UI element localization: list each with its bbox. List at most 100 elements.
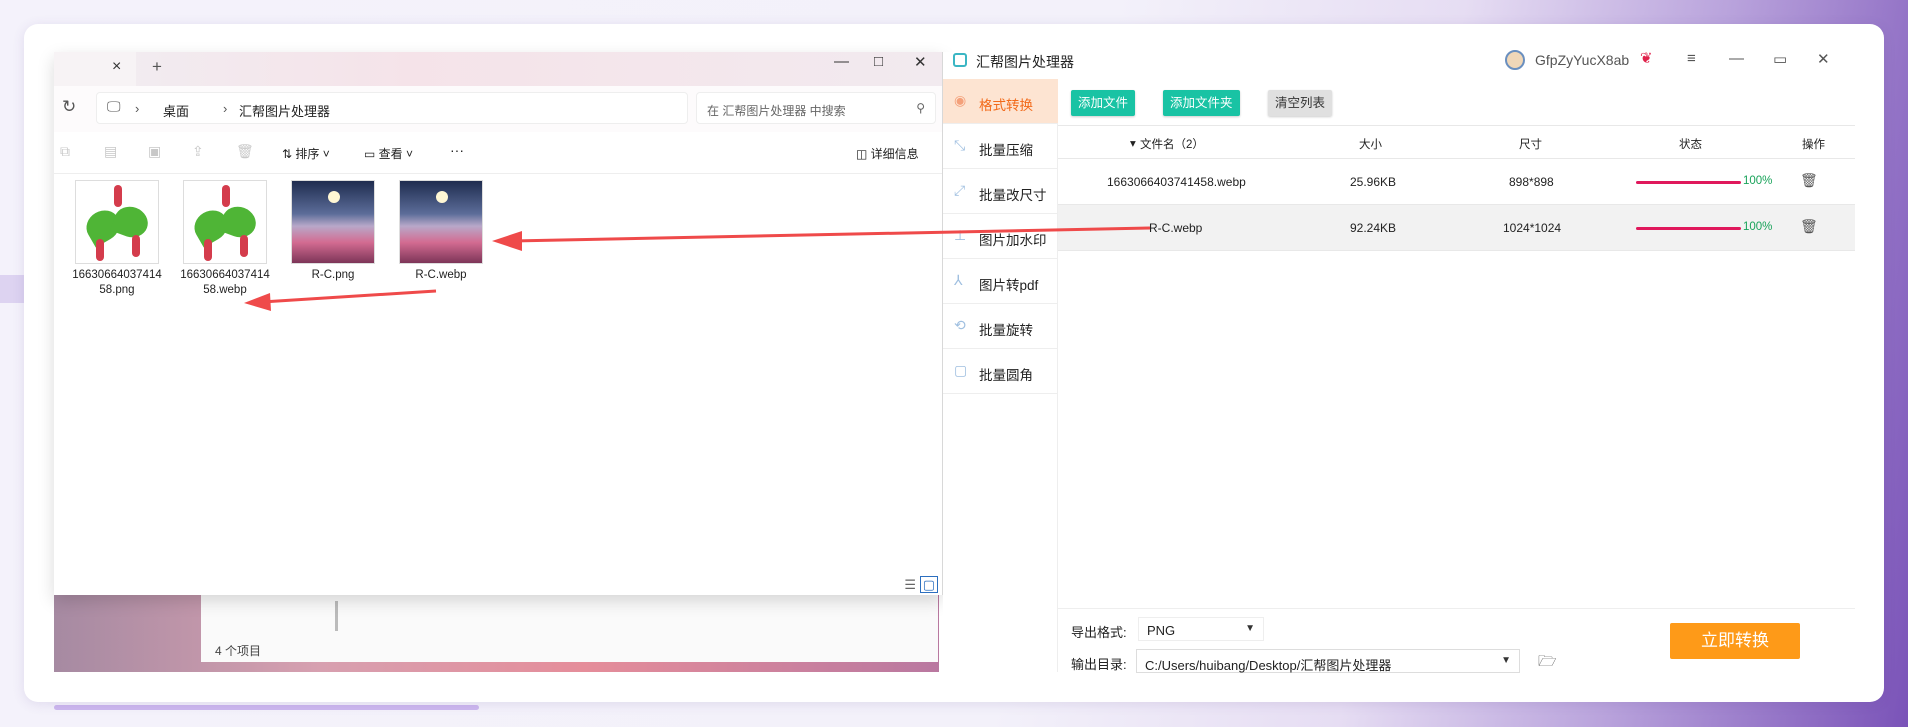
breadcrumb[interactable]: 🖵 › 桌面 › 汇帮图片处理器: [96, 92, 688, 124]
column-filename[interactable]: 文件名（2）: [1140, 136, 1204, 152]
nav-to-pdf[interactable]: ⅄ 图片转pdf: [943, 259, 1058, 304]
nav-label: 批量圆角: [979, 368, 1033, 383]
nav-label: 图片加水印: [979, 233, 1047, 248]
nav-label: 图片转pdf: [979, 278, 1039, 293]
resize-icon: ⤢: [954, 182, 966, 198]
file-name: 1663066403741458.png: [72, 269, 162, 296]
file-item[interactable]: 1663066403741458.png: [72, 180, 162, 298]
details-label: 详细信息: [870, 147, 919, 161]
column-size: 大小: [1359, 139, 1382, 151]
nav-label: 批量改尺寸: [979, 188, 1047, 203]
delete-icon[interactable]: 🗑: [236, 143, 254, 160]
maximize-button[interactable]: □: [874, 53, 883, 70]
close-button[interactable]: ✕: [1817, 50, 1830, 68]
minimize-button[interactable]: —: [834, 53, 849, 70]
compress-icon: ⤡: [954, 137, 966, 153]
view-icon: ▭: [364, 147, 379, 161]
delete-row-icon[interactable]: 🗑: [1800, 218, 1818, 235]
add-folder-button[interactable]: 添加文件夹: [1163, 90, 1240, 116]
image-thumbnail: [183, 180, 267, 264]
row-filename: 1663066403741458.webp: [1107, 175, 1246, 189]
file-item[interactable]: R-C.png: [288, 180, 378, 283]
row-size: 25.96KB: [1350, 175, 1397, 189]
file-list: 1663066403741458.png 1663066403741458.we…: [54, 174, 942, 595]
list-view-icon[interactable]: ☰: [904, 577, 916, 592]
chevron-down-icon: ▼: [1501, 655, 1511, 666]
sidebar: ◉ 格式转换 ⤡ 批量压缩 ⤢ 批量改尺寸 ⊥ 图片加水印 ⅄ 图片转pdf ⟲ 批量旋转 …: [943, 79, 1058, 672]
rename-icon[interactable]: ▣: [148, 143, 161, 160]
explorer-tab[interactable]: ×: [54, 52, 136, 86]
close-tab-icon[interactable]: ×: [112, 58, 121, 76]
progress-bar: [1636, 181, 1741, 184]
share-icon[interactable]: ⇪: [192, 143, 204, 160]
image-thumbnail: [291, 180, 375, 264]
breadcrumb-desktop[interactable]: 桌面: [163, 101, 189, 120]
output-dir-select[interactable]: C:/Users/huibang/Desktop/汇帮图片处理器 ▼: [1136, 649, 1520, 673]
convert-icon: ◉: [954, 92, 967, 108]
thumbnail-view-icon[interactable]: ▢: [919, 576, 938, 593]
export-format-select[interactable]: PNG ▼: [1138, 617, 1264, 641]
minimize-button[interactable]: —: [1729, 50, 1744, 67]
nav-watermark[interactable]: ⊥ 图片加水印: [943, 214, 1058, 259]
app-titlebar: 汇帮图片处理器 GfpZyYucX8ab ❦ ≡ — ▭ ✕: [943, 49, 1855, 79]
chevron-right-icon: ›: [135, 101, 140, 116]
view-button[interactable]: ▭ 查看 ˅: [364, 145, 413, 162]
file-name: R-C.webp: [415, 269, 467, 281]
nav-batch-compress[interactable]: ⤡ 批量压缩: [943, 124, 1058, 169]
output-dir-label: 输出目录:: [1071, 657, 1127, 672]
nav-batch-resize[interactable]: ⤢ 批量改尺寸: [943, 169, 1058, 214]
table-row[interactable]: R-C.webp 92.24KB 1024*1024 100% 🗑: [1058, 205, 1855, 251]
file-item[interactable]: 1663066403741458.webp: [180, 180, 270, 298]
nav-label: 批量压缩: [979, 143, 1033, 158]
background-window: 4 个项目: [201, 594, 938, 662]
username[interactable]: GfpZyYucX8ab: [1535, 52, 1629, 68]
menu-icon[interactable]: ≡: [1687, 50, 1696, 67]
table-row[interactable]: 1663066403741458.webp 25.96KB 898*898 10…: [1058, 159, 1855, 205]
sort-desc-icon[interactable]: ▾: [1130, 136, 1136, 150]
breadcrumb-folder[interactable]: 汇帮图片处理器: [239, 101, 330, 120]
convert-now-button[interactable]: 立即转换: [1670, 623, 1800, 659]
computer-icon[interactable]: 🖵: [107, 98, 121, 115]
chevron-right-icon: ›: [223, 101, 228, 116]
open-folder-icon[interactable]: 🗁: [1538, 651, 1557, 676]
file-item[interactable]: R-C.webp: [396, 180, 486, 283]
output-dir-value: C:/Users/huibang/Desktop/汇帮图片处理器: [1145, 658, 1392, 673]
address-bar-row: ↻ 🖵 › 桌面 › 汇帮图片处理器 在 汇帮图片处理器 中搜索 ⚲: [54, 86, 942, 132]
sort-button[interactable]: ⇅ 排序 ˅: [282, 145, 330, 162]
maximize-button[interactable]: ▭: [1773, 50, 1787, 68]
delete-row-icon[interactable]: 🗑: [1800, 172, 1818, 189]
scrollbar[interactable]: [335, 601, 338, 631]
nav-format-convert[interactable]: ◉ 格式转换: [943, 79, 1058, 124]
search-placeholder: 在 汇帮图片处理器 中搜索: [707, 104, 846, 118]
sort-icon: ⇅: [282, 147, 296, 161]
nav-batch-rotate[interactable]: ⟲ 批量旋转: [943, 304, 1058, 349]
item-count: 4 个项目: [215, 644, 262, 658]
pdf-icon: ⅄: [954, 272, 963, 288]
output-settings: 导出格式: PNG ▼ 输出目录: C:/Users/huibang/Deskt…: [1058, 608, 1855, 673]
view-toggle: ☰ ▢: [904, 576, 938, 593]
copy-icon[interactable]: ⧉: [60, 143, 70, 160]
image-thumbnail: [399, 180, 483, 264]
close-button[interactable]: ✕: [914, 53, 927, 71]
search-input[interactable]: 在 汇帮图片处理器 中搜索 ⚲: [696, 92, 936, 124]
round-corner-icon: ▢: [954, 362, 968, 378]
details-button[interactable]: ◫ 详细信息: [856, 145, 919, 162]
column-dimensions: 尺寸: [1519, 139, 1542, 151]
vip-icon[interactable]: ❦: [1640, 49, 1653, 67]
table-header: ▾ 文件名（2） 大小 尺寸 状态 操作: [1058, 125, 1855, 159]
clear-list-button[interactable]: 清空列表: [1268, 90, 1333, 116]
refresh-icon[interactable]: ↻: [62, 97, 76, 117]
main-panel: 添加文件 添加文件夹 清空列表 ▾ 文件名（2） 大小 尺寸 状态 操作 166…: [1058, 79, 1855, 673]
chevron-down-icon: ▼: [1245, 623, 1255, 634]
explorer-toolbar: ⧉ ▤ ▣ ⇪ 🗑 ⇅ 排序 ˅ ▭ 查看 ˅ ··· ◫ 详细信息: [54, 132, 942, 174]
add-file-button[interactable]: 添加文件: [1071, 90, 1136, 116]
taskbar-indicator: [54, 705, 479, 710]
export-format-value: PNG: [1147, 623, 1176, 638]
nav-round-corner[interactable]: ▢ 批量圆角: [943, 349, 1058, 394]
paste-icon[interactable]: ▤: [104, 143, 117, 160]
search-icon[interactable]: ⚲: [916, 101, 925, 115]
avatar[interactable]: [1505, 50, 1525, 70]
more-button[interactable]: ···: [450, 142, 464, 158]
new-tab-button[interactable]: +: [152, 57, 162, 77]
progress-percent: 100%: [1743, 221, 1773, 233]
